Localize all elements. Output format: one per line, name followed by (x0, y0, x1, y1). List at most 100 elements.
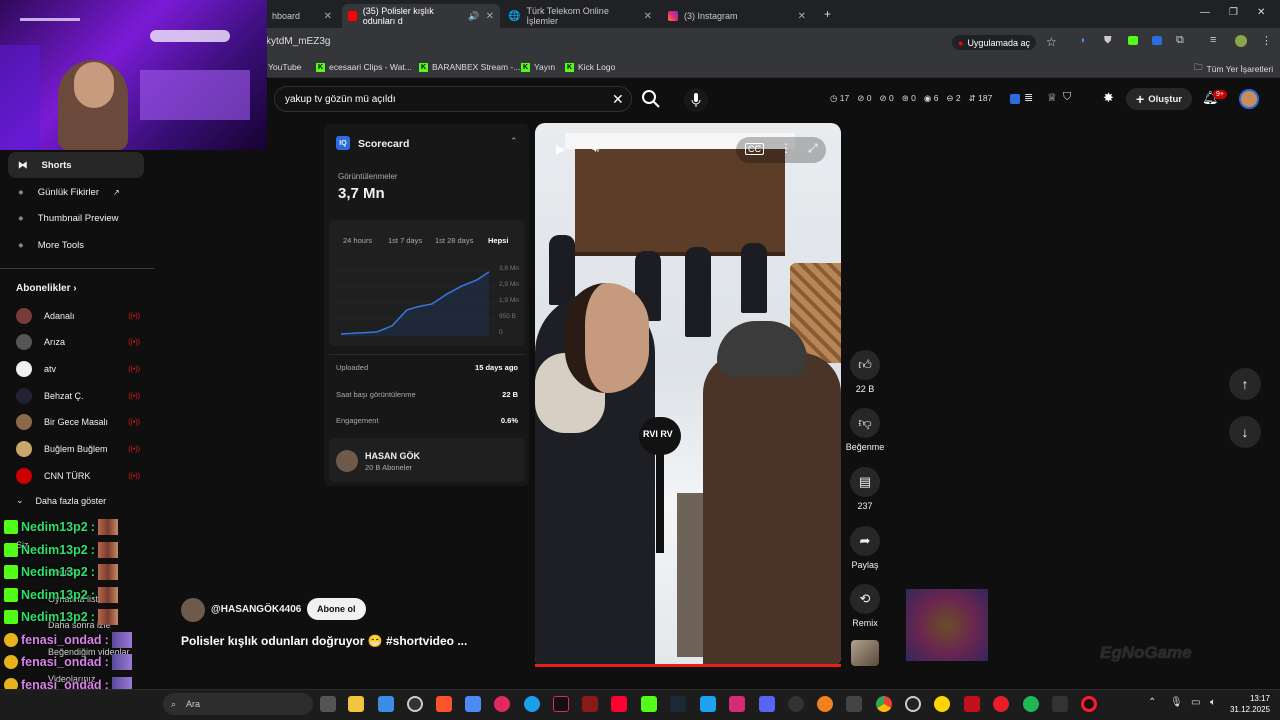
store-icon[interactable] (465, 696, 481, 712)
sidebar-item-thumbnail-preview[interactable]: ● Thumbnail Preview (8, 205, 144, 231)
app-icon[interactable] (1052, 696, 1068, 712)
tag-icon[interactable]: ⛉ (1063, 91, 1071, 104)
share-button[interactable]: ➦ Paylaş (846, 526, 884, 570)
extension-icon[interactable]: ◗ (1080, 35, 1086, 46)
extension-icon[interactable] (1128, 36, 1138, 45)
voice-search-button[interactable] (684, 88, 708, 112)
next-short-button[interactable]: ↓ (1229, 416, 1261, 448)
bookmark-ecesaari[interactable]: Kecesaari Clips - Wat... (316, 62, 412, 72)
captions-icon[interactable]: CC (745, 143, 764, 155)
range-all[interactable]: Hepsi (488, 236, 508, 245)
subscription-item[interactable]: CNN TÜRK ((•)) (16, 468, 140, 484)
sidebar-item-more-tools[interactable]: ● More Tools (8, 232, 144, 258)
subscription-item[interactable]: Adanalı ((•)) (16, 308, 140, 324)
app-icon[interactable] (905, 696, 921, 712)
comments-button[interactable]: ▤ 237 (846, 467, 884, 511)
chevron-up-icon[interactable]: ⌃ (1148, 697, 1156, 708)
steam-icon[interactable] (670, 696, 686, 712)
opera-icon[interactable] (1081, 696, 1097, 712)
sound-thumbnail[interactable] (851, 640, 879, 666)
volume-tray-icon[interactable]: 🔈︎ (1210, 697, 1216, 708)
url-field[interactable]: kytdM_mEZ3g (266, 36, 330, 47)
task-view-icon[interactable] (320, 696, 336, 712)
vidiq-icon[interactable] (1010, 94, 1020, 104)
close-icon[interactable]: ✕ (324, 11, 332, 22)
channel-avatar[interactable] (181, 598, 205, 622)
new-tab-button[interactable]: + (824, 7, 831, 21)
video-title[interactable]: Polisler kışlık odunları doğruyor 😁 #sho… (181, 634, 467, 648)
menu-list-icon[interactable]: ≡ (1210, 34, 1216, 46)
range-28d[interactable]: 1st 28 days (435, 236, 473, 245)
play-icon[interactable]: ▶ (556, 142, 565, 156)
spotify-icon[interactable] (1023, 696, 1039, 712)
remix-button[interactable]: ⟲ Remix (846, 584, 884, 628)
speedometer-icon[interactable] (788, 696, 804, 712)
subscription-item[interactable]: Arıza ((•)) (16, 334, 140, 350)
more-vert-icon[interactable]: ⋮ (780, 141, 792, 155)
yandex-icon[interactable] (993, 696, 1009, 712)
chrome-icon[interactable] (876, 696, 892, 712)
subscription-item[interactable]: Buğlem Buğlem ((•)) (16, 441, 140, 457)
search-input[interactable]: yakup tv gözün mü açıldı (274, 86, 632, 112)
app-icon[interactable] (817, 696, 833, 712)
tab-instagram[interactable]: (3) Instagram ✕ (662, 4, 812, 28)
sidebar-item-shorts[interactable]: ⧓ Shorts (8, 152, 144, 178)
volume-icon[interactable]: 🔊︎ (592, 141, 600, 156)
puzzle-icon[interactable]: ⧉ (1176, 34, 1184, 47)
app-icon[interactable] (964, 696, 980, 712)
award-icon[interactable]: ♕ (1047, 91, 1057, 104)
star-icon[interactable]: ☆ (1046, 35, 1057, 49)
sparkle-icon[interactable]: ✸ (1103, 90, 1114, 106)
close-window-icon[interactable]: ✕ (1257, 7, 1265, 18)
shorts-video-player[interactable]: RVI RV (535, 123, 841, 667)
channel-card[interactable] (329, 438, 525, 482)
bookmark-baranbex[interactable]: K BARANBEX Stream -... (419, 62, 520, 72)
video-progress-bar[interactable] (535, 664, 841, 667)
sidebar-item-gunluk-fikirler[interactable]: ● Günlük Fikirler ↗ (8, 179, 144, 205)
copilot-icon[interactable] (378, 696, 394, 712)
epic-games-icon[interactable] (846, 696, 862, 712)
restore-icon[interactable]: ❐ (1229, 7, 1238, 18)
tab-turk-telekom[interactable]: 🌐 Türk Telekom Online İşlemler ✕ (502, 4, 658, 28)
bookmark-kick-logo[interactable]: K Kick Logo (565, 62, 615, 72)
show-more-button[interactable]: ⌄ Daha fazla göster (16, 495, 140, 506)
instagram-icon[interactable] (729, 696, 745, 712)
snapchat-icon[interactable] (934, 696, 950, 712)
tab-dashboard[interactable]: hboard ✕ (266, 4, 338, 28)
taskbar-search[interactable]: ⌕ Ara (163, 693, 313, 715)
taskbar-clock[interactable]: 13:17 31.12.2025 (1226, 693, 1270, 715)
account-avatar[interactable] (1239, 89, 1259, 109)
youtube-icon[interactable] (611, 696, 627, 712)
subscription-item[interactable]: atv ((•)) (16, 361, 140, 377)
dislike-button[interactable]: 👎︎ Beğenme (844, 408, 886, 452)
netflix-icon[interactable] (582, 696, 598, 712)
range-24h[interactable]: 24 hours (343, 236, 372, 245)
microphone-tray-icon[interactable]: 🎙︎ (1170, 697, 1183, 708)
tab-youtube-video[interactable]: (35) Polisler kışlık odunları d 🔊 ✕ (342, 4, 500, 28)
media-icon[interactable] (494, 696, 510, 712)
all-bookmarks-button[interactable]: 🗀 Tüm Yer İşaretleri (1194, 62, 1273, 76)
edge-icon[interactable] (524, 696, 540, 712)
list-icon[interactable]: ≣ (1024, 91, 1033, 104)
close-icon[interactable]: ✕ (486, 11, 494, 22)
subscriptions-header[interactable]: Abonelikler › (16, 283, 77, 294)
close-icon[interactable]: ✕ (798, 11, 806, 22)
profile-icon[interactable] (1235, 35, 1247, 47)
subscription-item[interactable]: Behzat Ç. ((•)) (16, 388, 140, 404)
more-vert-icon[interactable]: ⋮ (1261, 34, 1272, 47)
tiktok-icon[interactable] (553, 696, 569, 712)
app-icon[interactable] (407, 696, 423, 712)
clear-search-icon[interactable]: ✕ (612, 91, 624, 108)
bookmark-youtube[interactable]: YouTube (268, 62, 301, 72)
brave-icon[interactable] (436, 696, 452, 712)
previous-short-button[interactable]: ↑ (1229, 368, 1261, 400)
like-button[interactable]: 👍︎ 22 B (846, 350, 884, 394)
bookmark-yayin[interactable]: K Yayın (521, 62, 555, 72)
subscription-item[interactable]: Bir Gece Masalı ((•)) (16, 414, 140, 430)
speaker-icon[interactable]: 🔊 (468, 11, 479, 22)
close-icon[interactable]: ✕ (644, 11, 652, 22)
file-explorer-icon[interactable] (348, 696, 364, 712)
subscribe-button[interactable]: Abone ol (307, 598, 366, 620)
extension-icon[interactable] (1152, 36, 1162, 45)
fullscreen-icon[interactable]: ⤢ (808, 141, 818, 156)
